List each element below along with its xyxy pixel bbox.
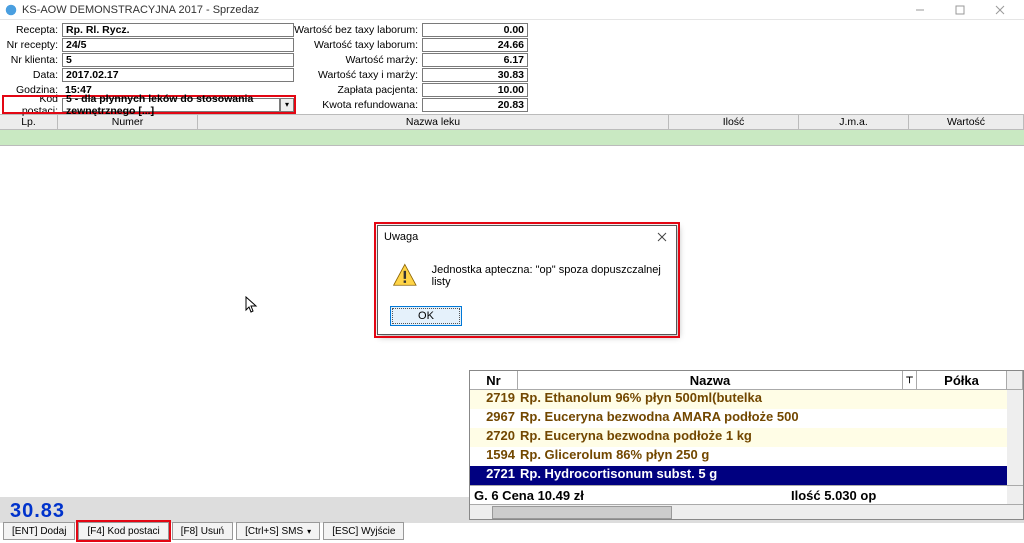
dialog-close-icon[interactable] bbox=[654, 229, 670, 245]
results-cell-nazwa: Rp. Euceryna bezwodna AMARA podłoże 500 bbox=[518, 409, 917, 428]
results-cell-nazwa: Rp. Ethanolum 96% płyn 500ml(butelka bbox=[518, 390, 917, 409]
kodpostaci-row: Kod postaci: 5 - dla płynnych leków do s… bbox=[4, 97, 294, 112]
results-cell-nr: 2721 bbox=[470, 466, 518, 485]
wart-marzy-label: Wartość marży: bbox=[294, 54, 422, 66]
results-scrollbar-foot[interactable] bbox=[1007, 486, 1023, 504]
data-field[interactable]: 2017.02.17 bbox=[62, 68, 294, 82]
mouse-cursor-icon bbox=[245, 296, 259, 317]
btn-wyjscie[interactable]: [ESC] Wyjście bbox=[323, 522, 404, 540]
btn-kod-postaci[interactable]: [F4] Kod postaci bbox=[78, 522, 168, 540]
wart-bez-field: 0.00 bbox=[422, 23, 528, 37]
col-nazwa[interactable]: Nazwa leku bbox=[198, 115, 669, 129]
col-jma[interactable]: J.m.a. bbox=[799, 115, 909, 129]
chevron-down-icon: ▾ bbox=[307, 527, 311, 536]
results-cell-nr: 2967 bbox=[470, 409, 518, 428]
recepta-field[interactable]: Rp. Rl. Rycz. bbox=[62, 23, 294, 37]
wart-taxy-label: Wartość taxy laborum: bbox=[294, 39, 422, 51]
results-scrollbar-head[interactable] bbox=[1007, 371, 1023, 389]
search-results-panel: Nr Nazwa ⊤ Półka 2719Rp. Ethanolum 96% p… bbox=[469, 370, 1024, 520]
zaplata-label: Zapłata pacjenta: bbox=[294, 84, 422, 96]
wart-taxy-marzy-field: 30.83 bbox=[422, 68, 528, 82]
nrrecepty-label: Nr recepty: bbox=[4, 39, 62, 51]
dialog-title: Uwaga bbox=[384, 231, 654, 243]
results-row-scroll[interactable] bbox=[1007, 428, 1023, 447]
dialog-message: Jednostka apteczna: "op" spoza dopuszcza… bbox=[432, 264, 662, 288]
results-cell-nr: 2720 bbox=[470, 428, 518, 447]
results-footer-right: Ilość 5.030 op bbox=[787, 486, 1007, 504]
warning-dialog: Uwaga Jednostka apteczna: "op" spoza dop… bbox=[377, 225, 677, 335]
col-wartosc[interactable]: Wartość bbox=[909, 115, 1024, 129]
results-sort-icon[interactable]: ⊤ bbox=[903, 371, 917, 389]
results-cell-nr: 2719 bbox=[470, 390, 518, 409]
kwota-ref-label: Kwota refundowana: bbox=[294, 99, 422, 111]
maximize-button[interactable] bbox=[940, 0, 980, 20]
results-h-scrollbar[interactable] bbox=[470, 504, 1023, 519]
results-row[interactable]: 2719Rp. Ethanolum 96% płyn 500ml(butelka bbox=[470, 390, 1023, 409]
results-row-scroll[interactable] bbox=[1007, 409, 1023, 428]
results-cell-polka bbox=[917, 428, 1007, 447]
results-row[interactable]: 2967Rp. Euceryna bezwodna AMARA podłoże … bbox=[470, 409, 1023, 428]
kodpostaci-label: Kod postaci: bbox=[4, 93, 62, 117]
zaplata-field: 10.00 bbox=[422, 83, 528, 97]
col-ilosc[interactable]: Ilość bbox=[669, 115, 799, 129]
results-cell-nazwa: Rp. Euceryna bezwodna podłoże 1 kg bbox=[518, 428, 917, 447]
wart-marzy-field: 6.17 bbox=[422, 53, 528, 67]
col-lp[interactable]: Lp. bbox=[0, 115, 58, 129]
kwota-ref-field: 20.83 bbox=[422, 98, 528, 112]
wart-bez-label: Wartość bez taxy laborum: bbox=[294, 24, 422, 36]
results-col-nazwa[interactable]: Nazwa bbox=[518, 371, 903, 389]
dialog-ok-button[interactable]: OK bbox=[390, 306, 462, 326]
close-button[interactable] bbox=[980, 0, 1020, 20]
wart-taxy-field: 24.66 bbox=[422, 38, 528, 52]
wart-taxy-marzy-label: Wartość taxy i marży: bbox=[294, 69, 422, 81]
btn-sms-label: [Ctrl+S] SMS bbox=[245, 526, 303, 537]
kodpostaci-field[interactable]: 5 - dla płynnych leków do stosowania zew… bbox=[62, 98, 280, 112]
results-cell-polka bbox=[917, 409, 1007, 428]
scrollbar-thumb[interactable] bbox=[492, 506, 672, 519]
results-col-nr[interactable]: Nr bbox=[470, 371, 518, 389]
total-amount: 30.83 bbox=[10, 500, 65, 523]
app-icon bbox=[4, 3, 18, 17]
btn-sms[interactable]: [Ctrl+S] SMS ▾ bbox=[236, 522, 320, 540]
results-row-scroll[interactable] bbox=[1007, 466, 1023, 485]
main-table-empty-row[interactable] bbox=[0, 130, 1024, 146]
recepta-label: Recepta: bbox=[4, 24, 62, 36]
results-cell-polka bbox=[917, 466, 1007, 485]
results-row[interactable]: 1594Rp. Glicerolum 86% płyn 250 g bbox=[470, 447, 1023, 466]
results-cell-nr: 1594 bbox=[470, 447, 518, 466]
results-row-scroll[interactable] bbox=[1007, 447, 1023, 466]
results-cell-nazwa: Rp. Hydrocortisonum subst. 5 g bbox=[518, 466, 917, 485]
window-titlebar: KS-AOW DEMONSTRACYJNA 2017 - Sprzedaz bbox=[0, 0, 1024, 20]
results-cell-polka bbox=[917, 390, 1007, 409]
results-footer-left: G. 6 Cena 10.49 zł bbox=[470, 486, 787, 504]
nrrecepty-field[interactable]: 24/5 bbox=[62, 38, 294, 52]
header-form: Recepta:Rp. Rl. Rycz. Nr recepty:24/5 Nr… bbox=[0, 20, 1024, 114]
btn-usun[interactable]: [F8] Usuń bbox=[172, 522, 233, 540]
results-row[interactable]: 2721Rp. Hydrocortisonum subst. 5 g bbox=[470, 466, 1023, 485]
col-numer[interactable]: Numer bbox=[58, 115, 198, 129]
nrklienta-label: Nr klienta: bbox=[4, 54, 62, 66]
results-cell-nazwa: Rp. Glicerolum 86% płyn 250 g bbox=[518, 447, 917, 466]
data-label: Data: bbox=[4, 69, 62, 81]
results-row[interactable]: 2720Rp. Euceryna bezwodna podłoże 1 kg bbox=[470, 428, 1023, 447]
window-title: KS-AOW DEMONSTRACYJNA 2017 - Sprzedaz bbox=[22, 4, 900, 16]
minimize-button[interactable] bbox=[900, 0, 940, 20]
warning-icon bbox=[392, 262, 418, 290]
results-col-polka[interactable]: Półka bbox=[917, 371, 1007, 389]
btn-dodaj[interactable]: [ENT] Dodaj bbox=[3, 522, 75, 540]
results-row-scroll[interactable] bbox=[1007, 390, 1023, 409]
nrklienta-field[interactable]: 5 bbox=[62, 53, 294, 67]
results-cell-polka bbox=[917, 447, 1007, 466]
bottom-button-bar: [ENT] Dodaj [F4] Kod postaci [F8] Usuń [… bbox=[3, 522, 404, 540]
kodpostaci-dropdown-icon[interactable]: ▾ bbox=[280, 98, 294, 112]
